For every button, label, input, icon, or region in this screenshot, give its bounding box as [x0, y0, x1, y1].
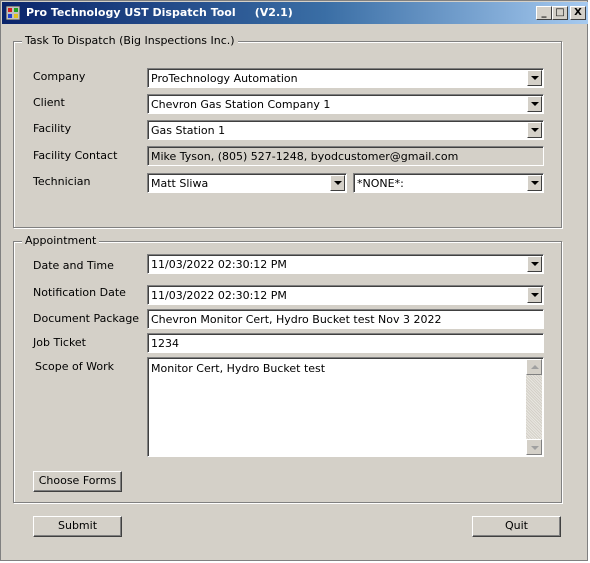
chevron-down-icon[interactable] — [527, 122, 542, 138]
maximize-button[interactable]: □ — [552, 6, 568, 20]
close-button[interactable]: X — [570, 6, 586, 20]
date-time-label: Date and Time — [33, 259, 114, 272]
technician-label: Technician — [33, 175, 91, 188]
scope-of-work-textarea[interactable]: Monitor Cert, Hydro Bucket test — [147, 357, 544, 457]
facility-contact-field: Mike Tyson, (805) 527-1248, byodcustomer… — [147, 146, 544, 166]
submit-button[interactable]: Submit — [33, 516, 122, 537]
job-ticket-input[interactable]: 1234 — [147, 333, 544, 353]
choose-forms-button[interactable]: Choose Forms — [33, 471, 122, 492]
technician-value: Matt Sliwa — [151, 177, 209, 190]
task-group-title: Task To Dispatch (Big Inspections Inc.) — [22, 34, 238, 47]
chevron-down-icon[interactable] — [527, 70, 542, 86]
scroll-up-icon[interactable] — [526, 359, 542, 375]
minimize-button[interactable]: _ — [536, 6, 552, 20]
facility-value: Gas Station 1 — [151, 124, 226, 137]
chevron-down-icon[interactable] — [527, 175, 542, 191]
technician-secondary-value: *NONE*: — [357, 177, 404, 190]
date-time-picker[interactable]: 11/03/2022 02:30:12 PM — [147, 254, 544, 274]
facility-contact-value: Mike Tyson, (805) 527-1248, byodcustomer… — [151, 150, 459, 163]
facility-select[interactable]: Gas Station 1 — [147, 120, 544, 140]
date-time-value: 11/03/2022 02:30:12 PM — [151, 258, 287, 271]
scope-of-work-label: Scope of Work — [35, 360, 114, 373]
dispatch-window: Pro Technology UST Dispatch Tool (V2.1) … — [0, 0, 588, 561]
client-label: Client — [33, 96, 65, 109]
appointment-group-title: Appointment — [22, 234, 100, 247]
client-select[interactable]: Chevron Gas Station Company 1 — [147, 94, 544, 114]
document-package-input[interactable]: Chevron Monitor Cert, Hydro Bucket test … — [147, 309, 544, 329]
scope-of-work-value: Monitor Cert, Hydro Bucket test — [151, 362, 326, 375]
notification-date-label: Notification Date — [33, 286, 126, 299]
facility-label: Facility — [33, 122, 72, 135]
facility-contact-label: Facility Contact — [33, 149, 118, 162]
title-bar[interactable]: Pro Technology UST Dispatch Tool (V2.1) … — [2, 2, 588, 24]
company-label: Company — [33, 70, 86, 83]
chevron-down-icon[interactable] — [527, 287, 542, 303]
notification-date-value: 11/03/2022 02:30:12 PM — [151, 289, 287, 302]
chevron-down-icon[interactable] — [527, 96, 542, 112]
chevron-down-icon[interactable] — [527, 256, 542, 272]
job-ticket-label: Job Ticket — [33, 336, 86, 349]
app-icon — [6, 6, 20, 20]
job-ticket-value: 1234 — [151, 337, 179, 350]
quit-button[interactable]: Quit — [472, 516, 561, 537]
company-select[interactable]: ProTechnology Automation — [147, 68, 544, 88]
document-package-label: Document Package — [33, 312, 140, 325]
window-title: Pro Technology UST Dispatch Tool (V2.1) — [26, 6, 293, 19]
scope-scrollbar[interactable] — [526, 359, 542, 455]
document-package-value: Chevron Monitor Cert, Hydro Bucket test … — [151, 313, 442, 326]
company-value: ProTechnology Automation — [151, 72, 298, 85]
notification-date-picker[interactable]: 11/03/2022 02:30:12 PM — [147, 285, 544, 305]
technician-select[interactable]: Matt Sliwa — [147, 173, 347, 193]
client-value: Chevron Gas Station Company 1 — [151, 98, 331, 111]
scroll-down-icon[interactable] — [526, 439, 542, 455]
chevron-down-icon[interactable] — [330, 175, 345, 191]
technician-secondary-select[interactable]: *NONE*: — [353, 173, 544, 193]
